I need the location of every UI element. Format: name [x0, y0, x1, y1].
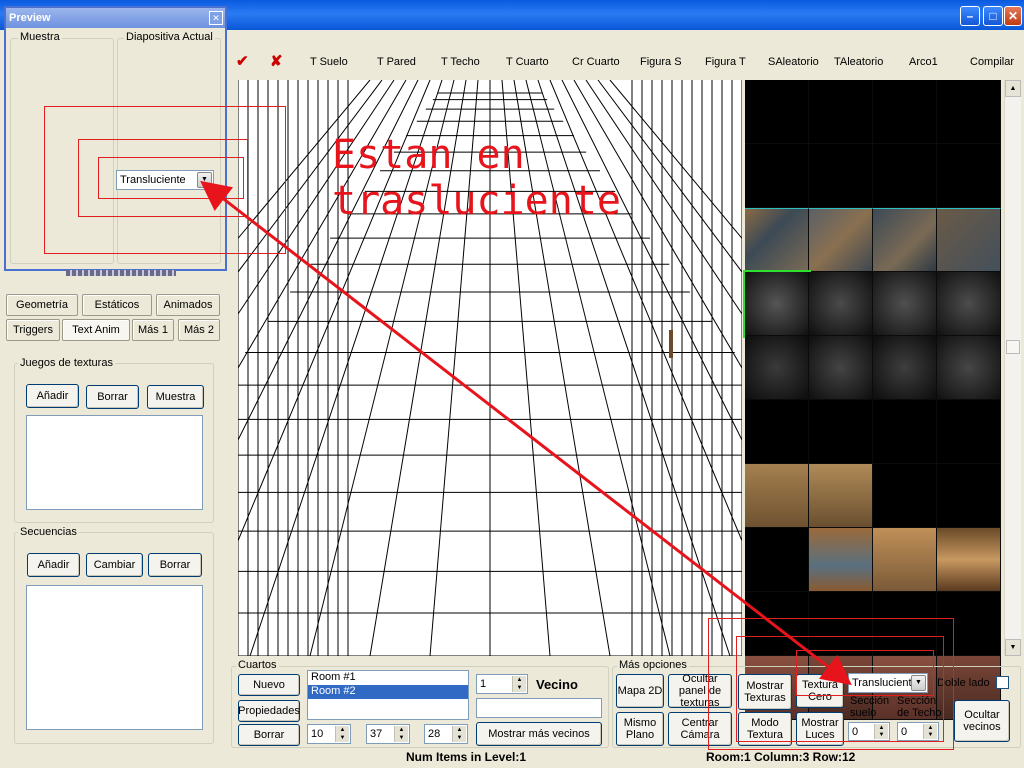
annotation-arrow	[200, 180, 852, 686]
double-arrow-icon	[200, 180, 852, 686]
